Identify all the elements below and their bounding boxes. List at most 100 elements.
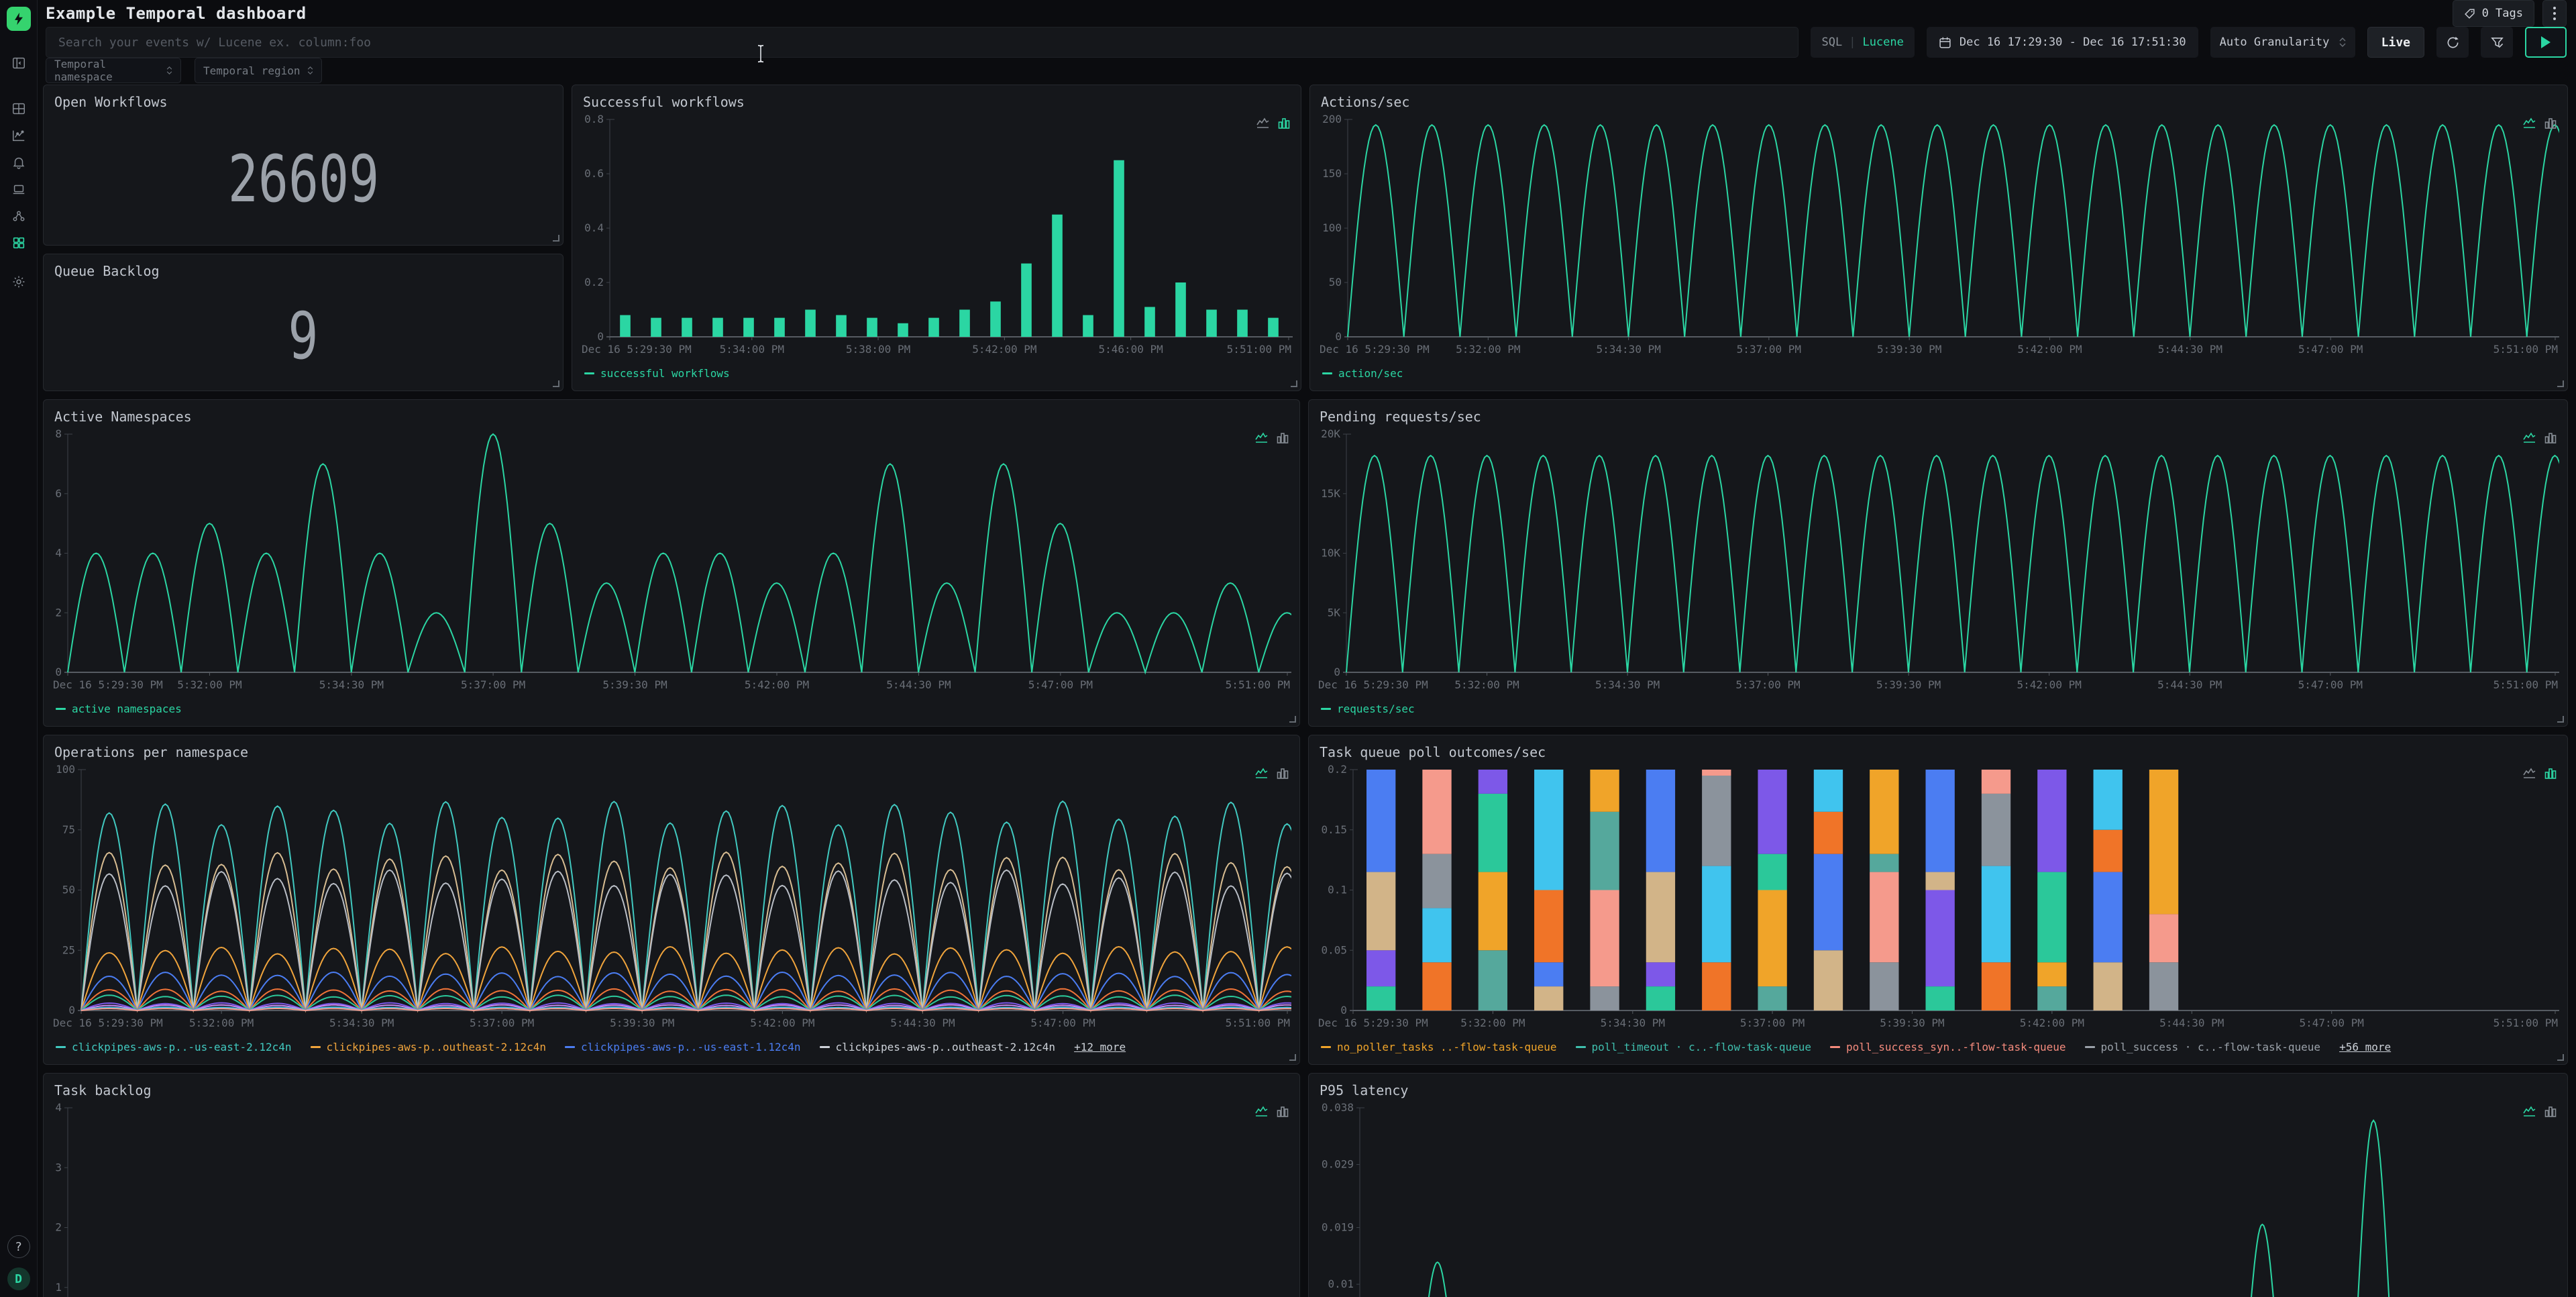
legend-more[interactable]: +12 more — [1074, 1041, 1126, 1053]
svg-text:5:34:30 PM: 5:34:30 PM — [329, 1017, 394, 1029]
line-chart[interactable]: 0.0380.0290.0190.010Dec 16 5:29:30 PM5:3… — [1317, 1101, 2559, 1297]
bar-chart-toggle-icon[interactable] — [1277, 768, 1289, 782]
svg-text:25: 25 — [62, 943, 75, 956]
time-range-picker[interactable]: Dec 16 17:29:30 - Dec 16 17:51:30 — [1927, 27, 2198, 58]
svg-text:5:39:30 PM: 5:39:30 PM — [610, 1017, 674, 1029]
lucene-option[interactable]: Lucene — [1862, 36, 1903, 49]
line-chart-toggle-icon[interactable] — [2523, 1106, 2536, 1120]
svg-text:5:34:30 PM: 5:34:30 PM — [319, 678, 384, 691]
bar-chart-toggle-icon[interactable] — [1278, 117, 1290, 132]
legend-item[interactable]: clickpipes-aws-p..outheast-2.12c4n — [820, 1041, 1056, 1053]
line-chart-toggle-icon[interactable] — [1256, 117, 1270, 132]
svg-text:5:42:00 PM: 5:42:00 PM — [972, 343, 1036, 356]
line-chart-toggle-icon[interactable] — [2523, 432, 2536, 446]
run-query-button[interactable] — [2525, 27, 2567, 58]
chart-type-toggles — [2523, 432, 2557, 446]
legend-item[interactable]: poll_success_syn..-flow-task-queue — [1830, 1041, 2066, 1053]
temporal-region-label: Temporal region — [203, 64, 301, 77]
svg-text:5:37:00 PM: 5:37:00 PM — [470, 1017, 534, 1029]
sidebar-bottom: ? D — [7, 1235, 30, 1290]
query-language-toggle[interactable]: SQL | Lucene — [1811, 27, 1914, 58]
line-chart[interactable]: 43210Dec 16 5:29:30 PM5:32:00 PM5:34:30 … — [52, 1101, 1291, 1297]
settings-gear-icon[interactable] — [5, 268, 32, 295]
sidebar-item-dashboards[interactable] — [5, 229, 32, 256]
svg-text:5:39:30 PM: 5:39:30 PM — [602, 678, 667, 691]
svg-text:0.6: 0.6 — [584, 167, 604, 180]
collapse-sidebar-icon[interactable] — [5, 50, 32, 76]
sidebar-item-alerts-bell-icon[interactable] — [5, 149, 32, 176]
legend-item[interactable]: clickpipes-aws-p..outheast-2.12c4n — [311, 1041, 547, 1053]
more-options-button[interactable] — [2542, 0, 2567, 27]
sidebar-item-service-map-icon[interactable] — [5, 203, 32, 229]
user-avatar[interactable]: D — [7, 1267, 30, 1290]
temporal-region-select[interactable]: Temporal region — [195, 58, 322, 83]
bar-chart-toggle-icon[interactable] — [1277, 1106, 1289, 1120]
granularity-label: Auto Granularity — [2220, 36, 2330, 49]
line-chart-toggle-icon[interactable] — [2523, 768, 2536, 782]
svg-text:4: 4 — [55, 1101, 62, 1114]
line-chart[interactable]: 20K15K10K5K0Dec 16 5:29:30 PM5:32:00 PM5… — [1317, 427, 2559, 696]
bar-chart-toggle-icon[interactable] — [2544, 432, 2557, 446]
panel-pending-requests[interactable]: Pending requests/sec 20K15K10K5K0Dec 16 … — [1308, 399, 2568, 727]
legend-item[interactable]: poll_success · c..-flow-task-queue — [2085, 1041, 2321, 1053]
panel-p95-latency[interactable]: P95 latency 0.0380.0290.0190.010Dec 16 5… — [1308, 1073, 2568, 1297]
bar-chart[interactable]: 0.80.60.40.20Dec 16 5:29:30 PM5:34:00 PM… — [580, 113, 1293, 361]
time-range-label: Dec 16 17:29:30 - Dec 16 17:51:30 — [1960, 36, 2186, 49]
sidebar-item-monitors-icon[interactable] — [5, 176, 32, 203]
legend-item[interactable]: successful workflows — [584, 367, 730, 380]
legend-item[interactable]: action/sec — [1322, 367, 1403, 380]
stacked-bar-chart[interactable]: 0.20.150.10.050Dec 16 5:29:30 PM5:32:00 … — [1317, 763, 2559, 1035]
svg-text:5:34:30 PM: 5:34:30 PM — [1601, 1017, 1665, 1029]
granularity-select[interactable]: Auto Granularity — [2210, 27, 2355, 58]
panel-open-workflows[interactable]: Open Workflows 26609 — [43, 85, 564, 246]
refresh-button[interactable] — [2436, 27, 2469, 58]
legend-item[interactable]: clickpipes-aws-p..-us-east-2.12c4n — [56, 1041, 292, 1053]
bar-chart-toggle-icon[interactable] — [2544, 1106, 2557, 1120]
line-chart-toggle-icon[interactable] — [1255, 432, 1269, 446]
svg-text:5:51:00 PM: 5:51:00 PM — [2493, 343, 2558, 356]
search-input[interactable] — [46, 27, 1799, 58]
bar-chart-toggle-icon[interactable] — [1277, 432, 1289, 446]
panel-operations-per-namespace[interactable]: Operations per namespace 1007550250Dec 1… — [43, 735, 1300, 1065]
tags-button[interactable]: 0 Tags — [2453, 0, 2534, 27]
sql-option[interactable]: SQL — [1821, 36, 1842, 49]
legend-more[interactable]: +56 more — [2339, 1041, 2391, 1053]
line-chart[interactable]: 86420Dec 16 5:29:30 PM5:32:00 PM5:34:30 … — [52, 427, 1291, 696]
line-chart-toggle-icon[interactable] — [1255, 768, 1269, 782]
filter-button[interactable] — [2481, 27, 2513, 58]
line-chart-toggle-icon[interactable] — [2523, 117, 2536, 132]
bar-chart-toggle-icon[interactable] — [2544, 768, 2557, 782]
panel-actions-sec[interactable]: Actions/sec 200150100500Dec 16 5:29:30 P… — [1309, 85, 2568, 391]
legend-item[interactable]: no_poller_tasks ..-flow-task-queue — [1321, 1041, 1557, 1053]
svg-text:5:44:30 PM: 5:44:30 PM — [2157, 678, 2222, 691]
help-button[interactable]: ? — [7, 1235, 30, 1258]
temporal-namespace-select[interactable]: Temporal namespace — [46, 58, 181, 83]
panel-task-backlog[interactable]: Task backlog 43210Dec 16 5:29:30 PM5:32:… — [43, 1073, 1300, 1297]
chart-legend: active namespaces — [44, 696, 1299, 726]
svg-text:5K: 5K — [1328, 606, 1341, 619]
live-button[interactable]: Live — [2367, 27, 2424, 58]
line-chart-toggle-icon[interactable] — [1255, 1106, 1269, 1120]
svg-text:3: 3 — [55, 1161, 62, 1174]
chart-type-toggles — [1255, 432, 1289, 446]
svg-text:5:39:30 PM: 5:39:30 PM — [1876, 678, 1941, 691]
panel-task-queue-poll-outcomes[interactable]: Task queue poll outcomes/sec 0.20.150.10… — [1308, 735, 2568, 1065]
legend-item[interactable]: active namespaces — [56, 703, 182, 715]
svg-text:5:47:00 PM: 5:47:00 PM — [1030, 1017, 1095, 1029]
sidebar-item-charts[interactable] — [5, 122, 32, 149]
legend-item[interactable]: poll_timeout · c..-flow-task-queue — [1576, 1041, 1812, 1053]
line-chart[interactable]: 200150100500Dec 16 5:29:30 PM5:32:00 PM5… — [1318, 113, 2559, 361]
page-title: Example Temporal dashboard — [46, 4, 307, 23]
sidebar-item-services[interactable] — [5, 95, 32, 122]
panel-queue-backlog[interactable]: Queue Backlog 9 — [43, 254, 564, 391]
panel-successful-workflows[interactable]: Successful workflows 0.80.60.40.20Dec 16… — [572, 85, 1301, 391]
legend-item[interactable]: clickpipes-aws-p..-us-east-1.12c4n — [565, 1041, 801, 1053]
svg-text:5:34:30 PM: 5:34:30 PM — [1595, 678, 1660, 691]
panel-active-namespaces[interactable]: Active Namespaces 86420Dec 16 5:29:30 PM… — [43, 399, 1300, 727]
app-logo[interactable] — [7, 7, 31, 31]
multi-line-chart[interactable]: 1007550250Dec 16 5:29:30 PM5:32:00 PM5:3… — [52, 763, 1291, 1035]
svg-text:5:51:00 PM: 5:51:00 PM — [2493, 1017, 2558, 1029]
svg-text:0.05: 0.05 — [1321, 943, 1347, 956]
legend-item[interactable]: requests/sec — [1321, 703, 1415, 715]
bar-chart-toggle-icon[interactable] — [2544, 117, 2557, 132]
